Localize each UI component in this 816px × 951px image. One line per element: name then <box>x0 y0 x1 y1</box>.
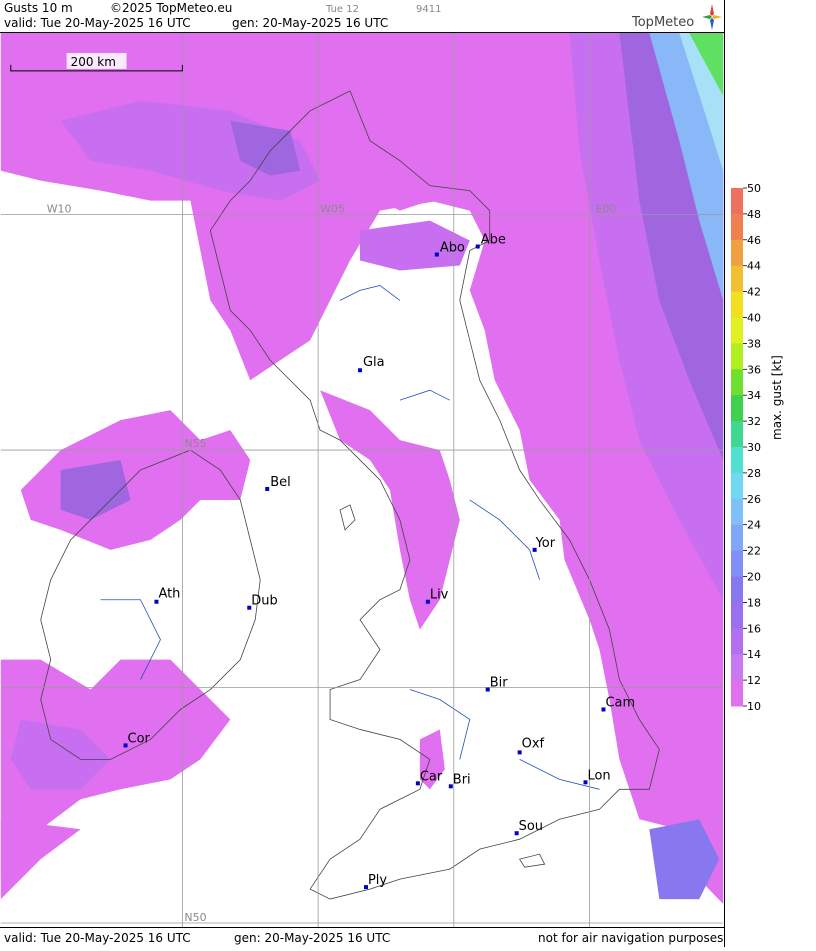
legend-tick-label: 20 <box>747 571 761 584</box>
footer-bar: valid: Tue 20-May-2025 16 UTC gen: 20-Ma… <box>0 928 724 947</box>
legend-tick-label: 24 <box>747 519 761 532</box>
legend-swatch <box>731 576 743 603</box>
svg-text:Dub: Dub <box>251 594 277 609</box>
legend-tick-label: 22 <box>747 545 761 558</box>
legend-tick-label: 16 <box>747 622 761 635</box>
legend-swatch <box>731 602 743 629</box>
legend-tick-label: 46 <box>747 234 761 247</box>
legend-swatch <box>731 472 743 500</box>
city-sou: Sou <box>514 819 543 836</box>
legend-tick-label: 42 <box>747 286 761 299</box>
city-car: Car <box>415 769 443 786</box>
legend-tick-label: 12 <box>747 674 761 687</box>
grid-label-n55: N55 <box>184 437 206 450</box>
legend-tick-label: 32 <box>747 415 761 428</box>
legend-ticks: 50 48 46 44 42 40 38 36 34 32 30 28 26 24 22 20 18 16 14 12… <box>743 182 761 713</box>
svg-text:Bir: Bir <box>490 676 509 691</box>
legend-swatch <box>731 213 743 241</box>
legend-swatch <box>731 498 743 526</box>
footer-disclaimer: not for air navigation purposes <box>538 931 724 945</box>
legend-swatch <box>731 550 743 577</box>
city-dub: Dub <box>247 594 278 610</box>
legend-svg: 50 48 46 44 42 40 38 36 34 32 30 28 26 24 22 20 18 16 14 12… <box>731 182 761 713</box>
legend-tick-label: 50 <box>747 182 761 195</box>
svg-text:Liv: Liv <box>430 588 449 603</box>
legend-tick-label: 14 <box>747 648 761 661</box>
code-label: 9411 <box>416 4 442 15</box>
legend-tick-label: 36 <box>747 363 761 376</box>
grid-label-w10: W10 <box>47 203 72 216</box>
valid-time: valid: Tue 20-May-2025 16 UTC <box>4 16 191 30</box>
legend-swatch <box>731 524 743 552</box>
copyright: ©2025 TopMeteo.eu <box>110 1 233 15</box>
compass-icon <box>702 4 722 30</box>
footer-valid-time: valid: Tue 20-May-2025 16 UTC <box>4 931 191 945</box>
city-liv: Liv <box>425 588 449 604</box>
legend-swatch <box>731 265 743 293</box>
legend-swatch <box>731 680 743 707</box>
svg-text:Oxf: Oxf <box>522 736 545 751</box>
svg-text:Lon: Lon <box>587 768 610 783</box>
legend-swatch <box>731 628 743 655</box>
city-ply: Ply <box>363 873 387 890</box>
legend-tick-label: 48 <box>747 208 761 221</box>
svg-text:Abe: Abe <box>481 233 506 248</box>
legend-swatch <box>731 369 743 396</box>
city-yor: Yor <box>532 536 556 552</box>
city-bir: Bir <box>485 676 509 692</box>
svg-text:Bri: Bri <box>453 772 471 787</box>
city-ath: Ath <box>154 587 180 604</box>
legend-tick-label: 10 <box>747 700 761 713</box>
legend-swatch <box>731 291 743 318</box>
legend-swatch <box>731 395 743 422</box>
legend-tick-label: 34 <box>747 389 761 402</box>
svg-text:Cam: Cam <box>605 695 635 710</box>
city-bri: Bri <box>448 772 471 789</box>
legend-panel: 50 48 46 44 42 40 38 36 34 32 30 28 26 24 22 20 18 16 14 12… <box>724 0 816 947</box>
legend-swatch <box>731 239 743 267</box>
legend-swatch <box>731 654 743 681</box>
svg-text:Gla: Gla <box>363 355 385 370</box>
footer-generated-time: gen: 20-May-2025 16 UTC <box>234 931 391 945</box>
svg-text:Yor: Yor <box>535 536 556 551</box>
city-abe: Abe <box>475 233 506 249</box>
grid-label-w05: W05 <box>320 203 345 216</box>
svg-text:Car: Car <box>420 769 443 784</box>
legend-swatch <box>731 447 743 474</box>
svg-text:Abo: Abo <box>440 241 465 256</box>
topmeteo-logo[interactable]: TopMeteo <box>630 2 722 32</box>
legend-tick-label: 44 <box>747 260 761 273</box>
city-cor: Cor <box>123 731 151 748</box>
svg-text:Sou: Sou <box>519 819 543 834</box>
brand-name: TopMeteo <box>632 15 695 30</box>
legend-title: max. gust [kt] <box>770 355 784 440</box>
legend-swatch <box>731 317 743 344</box>
day-label: Tue 12 <box>326 4 359 15</box>
legend-swatch <box>731 188 743 215</box>
grid-label-e00: E00 <box>595 203 616 216</box>
legend-tick-label: 28 <box>747 467 761 480</box>
legend-tick-label: 38 <box>747 337 761 350</box>
product-title: Gusts 10 m <box>4 1 73 15</box>
legend-swatch <box>731 421 743 448</box>
legend-tick-label: 26 <box>747 493 761 506</box>
grid-label-n50: N50 <box>184 911 206 924</box>
legend-colorbar <box>731 188 743 707</box>
legend-tick-label: 40 <box>747 312 761 325</box>
scale-bar-label: 200 km <box>71 55 116 69</box>
city-lon: Lon <box>583 768 611 785</box>
svg-text:Cor: Cor <box>128 731 151 746</box>
legend-tick-label: 30 <box>747 441 761 454</box>
svg-text:Ply: Ply <box>368 873 387 888</box>
legend-swatch <box>731 343 743 370</box>
generated-time: gen: 20-May-2025 16 UTC <box>232 16 389 30</box>
header-bar: Gusts 10 m ©2025 TopMeteo.eu Tue 12 9411… <box>0 0 724 32</box>
svg-text:Bel: Bel <box>270 475 290 490</box>
gust-map[interactable]: W10 W05 E00 N55 N50 200 km Abo Abe Gla B… <box>0 32 724 928</box>
city-abo: Abo <box>434 241 465 257</box>
legend-tick-label: 18 <box>747 596 761 609</box>
svg-text:Ath: Ath <box>158 587 180 602</box>
city-cam: Cam <box>601 695 635 712</box>
